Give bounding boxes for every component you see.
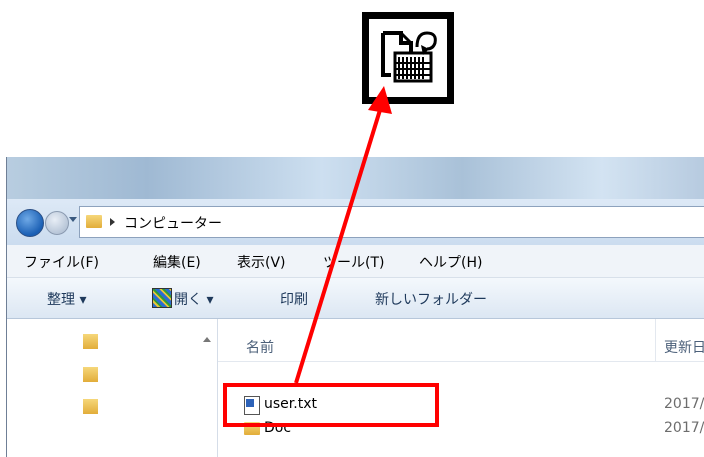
annotation-arrow xyxy=(294,86,392,384)
